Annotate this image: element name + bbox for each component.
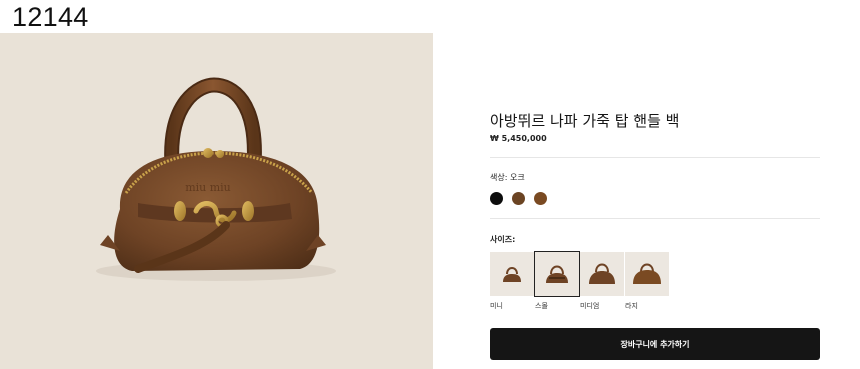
page-id: 12144 bbox=[12, 2, 89, 32]
color-swatch-cognac[interactable] bbox=[534, 192, 547, 205]
size-label: 사이즈: bbox=[490, 235, 516, 244]
embossed-logo: miu miu bbox=[185, 181, 231, 194]
bag-thumbnail-icon bbox=[589, 263, 615, 284]
size-option-small[interactable] bbox=[534, 251, 580, 297]
size-name-large: 라지 bbox=[625, 302, 638, 310]
size-name-small: 스몰 bbox=[535, 302, 548, 310]
size-name-medium: 미디엄 bbox=[580, 302, 600, 310]
color-swatch-black[interactable] bbox=[490, 192, 503, 205]
size-option-mini[interactable] bbox=[490, 252, 534, 296]
size-option-large[interactable] bbox=[625, 252, 669, 296]
size-option-medium[interactable] bbox=[580, 252, 624, 296]
color-swatch-oak[interactable] bbox=[512, 192, 525, 205]
divider bbox=[490, 218, 820, 219]
bag-thumbnail-icon bbox=[546, 265, 568, 283]
product-title: 아방뛰르 나파 가죽 탑 핸들 백 bbox=[490, 112, 680, 130]
product-price: ₩ 5,450,000 bbox=[490, 134, 547, 143]
divider bbox=[490, 157, 820, 158]
bag-thumbnail-icon bbox=[633, 263, 661, 284]
color-label: 색상: 오크 bbox=[490, 173, 525, 182]
bag-thumbnail-icon bbox=[503, 267, 521, 282]
size-name-mini: 미니 bbox=[490, 302, 503, 310]
add-to-cart-button[interactable]: 장바구니에 추가하기 bbox=[490, 328, 820, 360]
handbag-illustration: miu miu bbox=[96, 77, 336, 281]
product-image: miu miu bbox=[0, 33, 433, 369]
